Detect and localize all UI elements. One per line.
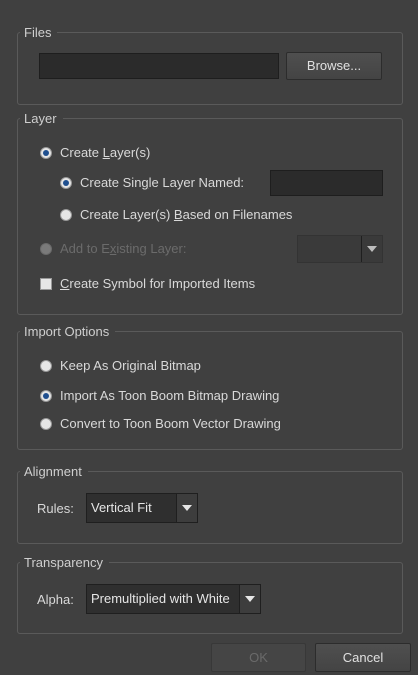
create-single-layer-option[interactable]: Create Single Layer Named:	[60, 174, 244, 192]
create-layers-radio[interactable]	[40, 147, 52, 159]
create-single-layer-radio[interactable]	[60, 177, 72, 189]
files-legend: Files	[20, 25, 58, 40]
alignment-legend: Alignment	[20, 464, 88, 479]
keep-original-bitmap-radio[interactable]	[40, 360, 52, 372]
chevron-down-icon[interactable]	[176, 494, 197, 522]
convert-vector-drawing-radio[interactable]	[40, 418, 52, 430]
chevron-down-icon	[361, 236, 382, 262]
layer-legend: Layer	[20, 111, 63, 126]
ok-button-label: OK	[249, 650, 268, 665]
add-existing-layer-radio	[40, 243, 52, 255]
rules-label: Rules:	[37, 501, 74, 516]
files-group: Files Browse...	[17, 25, 403, 105]
browse-button[interactable]: Browse...	[286, 52, 382, 80]
ok-button[interactable]: OK	[211, 643, 306, 672]
create-layers-based-label: Create Layer(s) Based on Filenames	[80, 207, 293, 222]
alpha-label: Alpha:	[37, 592, 74, 607]
single-layer-name-input[interactable]	[270, 170, 383, 196]
create-layers-based-radio[interactable]	[60, 209, 72, 221]
keep-original-bitmap-label: Keep As Original Bitmap	[60, 358, 201, 373]
import-options-group: Import Options Keep As Original Bitmap I…	[17, 324, 403, 450]
create-layers-based-option[interactable]: Create Layer(s) Based on Filenames	[60, 206, 292, 224]
alpha-value: Premultiplied with White	[91, 591, 230, 606]
transparency-group: Transparency Alpha: Premultiplied with W…	[17, 555, 403, 634]
layer-group: Layer Create Layer(s) Create Single Laye…	[17, 111, 403, 315]
rules-value: Vertical Fit	[91, 500, 152, 515]
create-layers-label: Create Layer(s)	[60, 145, 151, 160]
import-bitmap-drawing-option[interactable]: Import As Toon Boom Bitmap Drawing	[40, 387, 279, 405]
existing-layer-value	[298, 236, 361, 262]
import-bitmap-drawing-radio[interactable]	[40, 390, 52, 402]
transparency-legend: Transparency	[20, 555, 109, 570]
create-symbol-option[interactable]: Create Symbol for Imported Items	[40, 275, 255, 293]
create-symbol-checkbox[interactable]	[40, 278, 52, 290]
chevron-down-icon[interactable]	[239, 585, 260, 613]
rules-combo[interactable]: Vertical Fit	[86, 493, 198, 523]
create-single-layer-label: Create Single Layer Named:	[80, 175, 245, 190]
add-existing-layer-option: Add to Existing Layer:	[40, 240, 186, 258]
add-existing-layer-label: Add to Existing Layer:	[60, 241, 187, 256]
keep-original-bitmap-option[interactable]: Keep As Original Bitmap	[40, 357, 201, 375]
convert-vector-drawing-option[interactable]: Convert to Toon Boom Vector Drawing	[40, 415, 281, 433]
create-layers-option[interactable]: Create Layer(s)	[40, 144, 150, 162]
cancel-button[interactable]: Cancel	[315, 643, 411, 672]
import-options-legend: Import Options	[20, 324, 116, 339]
convert-vector-drawing-label: Convert to Toon Boom Vector Drawing	[60, 416, 281, 431]
alpha-combo[interactable]: Premultiplied with White	[86, 584, 261, 614]
alignment-group: Alignment Rules: Vertical Fit	[17, 464, 403, 544]
file-path-input[interactable]	[39, 53, 279, 79]
browse-button-label: Browse...	[306, 58, 362, 73]
import-bitmap-drawing-label: Import As Toon Boom Bitmap Drawing	[60, 388, 280, 403]
existing-layer-combo	[297, 235, 383, 263]
cancel-button-label: Cancel	[342, 650, 384, 665]
create-symbol-label: Create Symbol for Imported Items	[60, 276, 256, 291]
